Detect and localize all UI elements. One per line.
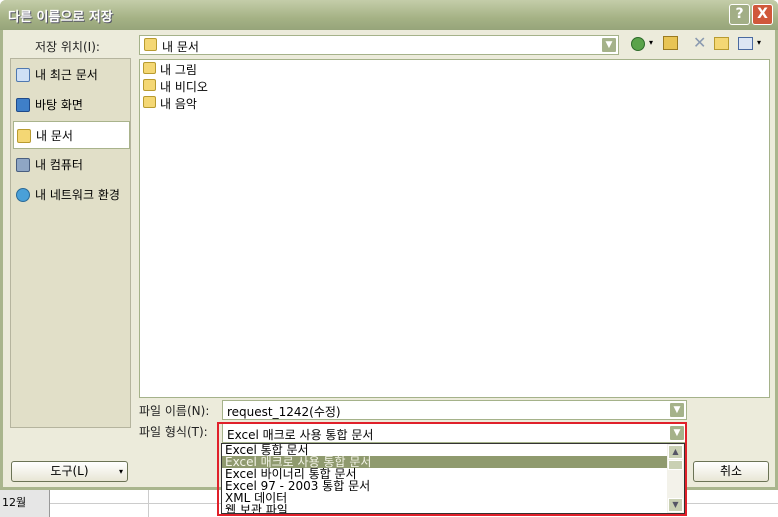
filetype-label: 파일 형식(T): — [139, 425, 208, 439]
new-folder-icon[interactable] — [714, 37, 729, 50]
views-dropdown-icon[interactable]: ▾ — [757, 38, 761, 47]
location-value: 내 문서 — [162, 40, 199, 54]
title-bar: 다른 이름으로 저장 ? X — [0, 0, 778, 30]
folder-icon — [143, 79, 156, 91]
help-button[interactable]: ? — [729, 4, 750, 25]
sidebar-item-desktop[interactable]: 바탕 화면 — [13, 91, 130, 119]
save-as-dialog: 다른 이름으로 저장 ? X 저장 위치(I): 내 문서 ▼ ▾ ✕ ▾ 내 … — [0, 0, 778, 490]
filename-value: request_1242(수정) — [227, 405, 341, 419]
chevron-down-icon[interactable]: ▼ — [601, 37, 617, 53]
file-name: 내 음악 — [160, 97, 197, 111]
sidebar-item-my-computer[interactable]: 내 컴퓨터 — [13, 151, 130, 179]
sidebar-item-my-documents[interactable]: 내 문서 — [13, 121, 130, 149]
list-item[interactable]: 내 비디오 — [142, 78, 208, 94]
up-folder-icon[interactable] — [663, 36, 678, 50]
sidebar-item-label: 내 컴퓨터 — [35, 158, 83, 172]
close-button[interactable]: X — [752, 4, 773, 25]
file-list[interactable]: 내 그림 내 비디오 내 음악 — [139, 59, 770, 398]
file-name: 내 비디오 — [160, 80, 208, 94]
computer-icon — [16, 158, 30, 172]
filename-input[interactable]: request_1242(수정) ▼ — [222, 400, 687, 420]
recent-documents-icon — [16, 68, 30, 82]
sidebar-item-recent[interactable]: 내 최근 문서 — [13, 61, 130, 89]
file-name: 내 그림 — [160, 63, 197, 77]
views-icon[interactable] — [738, 37, 753, 50]
sidebar-item-label: 바탕 화면 — [35, 98, 83, 112]
location-combo[interactable]: 내 문서 ▼ — [139, 35, 619, 55]
location-label: 저장 위치(I): — [35, 40, 100, 54]
sidebar-item-label: 내 최근 문서 — [35, 68, 98, 82]
filename-label: 파일 이름(N): — [139, 404, 210, 418]
tools-label: 도구(L) — [50, 464, 89, 478]
chevron-down-icon[interactable]: ▼ — [669, 402, 685, 418]
chevron-down-icon: ▾ — [118, 467, 123, 476]
sidebar-item-label: 내 문서 — [36, 129, 73, 143]
folder-icon — [144, 38, 157, 51]
back-dropdown-icon[interactable]: ▾ — [649, 38, 653, 47]
sidebar-item-network[interactable]: 내 네트워크 환경 — [13, 181, 130, 209]
my-documents-icon — [17, 129, 31, 143]
folder-icon — [143, 96, 156, 108]
dialog-title: 다른 이름으로 저장 — [8, 10, 113, 25]
list-item[interactable]: 내 그림 — [142, 61, 197, 77]
folder-icon — [143, 62, 156, 74]
list-item[interactable]: 내 음악 — [142, 95, 197, 111]
delete-icon[interactable]: ✕ — [693, 33, 706, 52]
places-bar: 내 최근 문서 바탕 화면 내 문서 내 컴퓨터 내 네트워크 환경 — [10, 58, 131, 428]
desktop-icon — [16, 98, 30, 112]
highlight-box — [217, 422, 687, 516]
network-icon — [16, 188, 30, 202]
back-icon[interactable] — [631, 37, 645, 51]
cell[interactable]: 12월 — [0, 490, 50, 517]
tools-button[interactable]: 도구(L) ▾ — [11, 461, 128, 482]
cancel-button[interactable]: 취소 — [693, 461, 769, 482]
sidebar-item-label: 내 네트워크 환경 — [35, 188, 120, 202]
